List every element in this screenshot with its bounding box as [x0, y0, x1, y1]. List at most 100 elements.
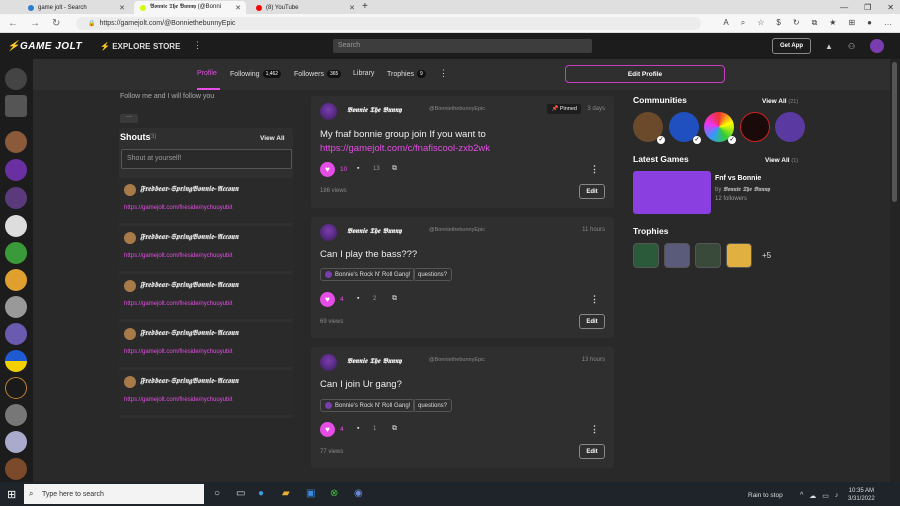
start-icon[interactable]: ⊞ — [7, 488, 16, 501]
game-title[interactable]: Fnf vs Bonnie — [715, 175, 761, 182]
favorite-icon[interactable]: ☆ — [757, 18, 764, 28]
shout-username[interactable]: 𝕱𝖗𝖊𝖉𝖇𝖊𝖆𝖗-𝕾𝖕𝖗𝖎𝖓𝖌𝕭𝖔𝖓𝖓𝖎𝖊-𝕬𝖈𝖈𝖔𝖚𝖓 — [140, 376, 290, 386]
maximize-icon[interactable]: ❐ — [864, 3, 871, 12]
game-thumbnail[interactable] — [633, 171, 711, 214]
forward-icon[interactable]: → — [30, 18, 40, 29]
shout-username[interactable]: 𝕱𝖗𝖊𝖉𝖇𝖊𝖆𝖗-𝕾𝖕𝖗𝖎𝖓𝖌𝕭𝖔𝖓𝖓𝖎𝖊-𝕬𝖈𝖈𝖔𝖚𝖓 — [140, 328, 290, 338]
weather-widget[interactable]: Rain to stop — [748, 492, 783, 499]
post-username[interactable]: 𝕭𝖔𝖓𝖓𝖎𝖊 𝕿𝖍𝖊 𝕭𝖚𝖓𝖓𝖞 — [347, 226, 402, 236]
xbox-icon[interactable]: ⊗ — [330, 488, 338, 499]
widgets-icon[interactable]: ▭ — [236, 488, 245, 499]
tab-youtube[interactable]: (8) YouTube ✕ — [250, 1, 360, 14]
shout-link[interactable]: https://gamejolt.com/fireside/nychuuyubi… — [124, 397, 232, 403]
shout-username[interactable]: 𝕱𝖗𝖊𝖉𝖇𝖊𝖆𝖗-𝕾𝖕𝖗𝖎𝖓𝖌𝕭𝖔𝖓𝖓𝖎𝖊-𝕬𝖈𝖈𝖔𝖚𝖓 — [140, 184, 290, 194]
post-username[interactable]: 𝕭𝖔𝖓𝖓𝖎𝖊 𝕿𝖍𝖊 𝕭𝖚𝖓𝖓𝖞 — [347, 356, 402, 366]
community-tag[interactable]: Bonnie's Rock N' Roll Gang! — [320, 268, 416, 281]
post-more-icon[interactable]: ⋮ — [590, 164, 599, 175]
taskbar-clock[interactable]: 10:35 AM 3/31/2022 — [848, 487, 875, 503]
communities-view-all-link[interactable]: View All (21) — [762, 98, 798, 105]
close-icon[interactable]: ✕ — [349, 4, 355, 12]
friends-icon[interactable]: ⚇ — [848, 42, 855, 51]
shout-link[interactable]: https://gamejolt.com/fireside/nychuuyubi… — [124, 253, 232, 259]
tab-library[interactable]: Library — [353, 70, 374, 77]
tab-profile[interactable]: 𝕭𝖔𝖓𝖓𝖎𝖊 𝕿𝖍𝖊 𝕭𝖚𝖓𝖓𝖞 (@Bonni ✕ — [134, 1, 246, 14]
site-search-input[interactable]: Search — [333, 39, 592, 53]
trophy-thumb[interactable] — [633, 243, 659, 268]
gamejolt-logo[interactable]: ⚡GAME JOLT — [7, 41, 82, 52]
back-icon[interactable]: ← — [8, 18, 18, 29]
shout-link[interactable]: https://gamejolt.com/fireside/nychuuyubi… — [124, 205, 232, 211]
split-icon[interactable]: ⧉ — [812, 18, 818, 28]
tab-following[interactable]: Following 1,462 — [230, 70, 282, 78]
trophy-thumb[interactable] — [664, 243, 690, 268]
zoom-icon[interactable]: ⌕ — [741, 18, 745, 28]
close-window-icon[interactable]: ✕ — [887, 3, 894, 12]
profile-icon[interactable]: ● — [867, 18, 872, 28]
sidebar-community[interactable] — [5, 458, 27, 480]
post-username[interactable]: 𝕭𝖔𝖓𝖓𝖎𝖊 𝕿𝖍𝖊 𝕭𝖚𝖓𝖓𝖞 — [347, 105, 402, 115]
channel-tag[interactable]: questions? — [413, 268, 453, 281]
like-button[interactable]: ♥ — [320, 422, 335, 437]
shout-link[interactable]: https://gamejolt.com/fireside/nychuuyubi… — [124, 301, 232, 307]
file-explorer-icon[interactable]: ▰ — [282, 488, 290, 499]
community-avatar[interactable] — [740, 112, 770, 142]
trophies-more[interactable]: +5 — [762, 251, 771, 260]
more-icon[interactable]: … — [884, 18, 892, 28]
minimize-icon[interactable]: — — [840, 3, 848, 12]
post-link[interactable]: https://gamejolt.com/c/fnafiscool-zxb2wk — [320, 143, 490, 154]
sidebar-community[interactable] — [5, 323, 27, 345]
post-more-icon[interactable]: ⋮ — [590, 294, 599, 305]
comment-icon[interactable]: ▪ — [357, 425, 359, 432]
shout-avatar[interactable] — [124, 328, 136, 340]
post-time[interactable]: 11 hours — [582, 227, 605, 233]
store-link[interactable]: STORE — [153, 42, 180, 51]
profile-more-icon[interactable]: ⋮ — [439, 68, 448, 79]
comment-icon[interactable]: ▪ — [357, 165, 359, 172]
sidebar-community[interactable] — [5, 187, 27, 209]
get-app-button[interactable]: Get App — [772, 38, 811, 54]
post-handle[interactable]: @BonniethebunnyEpic — [429, 357, 485, 363]
close-icon[interactable]: ✕ — [235, 4, 241, 12]
store-icon[interactable]: ▣ — [306, 488, 315, 499]
sidebar-library-icon[interactable] — [5, 95, 27, 117]
shouts-view-all-link[interactable]: View All — [260, 135, 285, 142]
refresh-ext-icon[interactable]: ↻ — [793, 18, 800, 28]
refresh-icon[interactable]: ↻ — [52, 18, 60, 29]
sidebar-community[interactable] — [5, 350, 27, 372]
notifications-icon[interactable]: ▲ — [825, 42, 833, 51]
sidebar-community[interactable] — [5, 269, 27, 291]
bio-more-button[interactable]: ··· — [120, 114, 138, 123]
shout-avatar[interactable] — [124, 232, 136, 244]
shout-username[interactable]: 𝕱𝖗𝖊𝖉𝖇𝖊𝖆𝖗-𝕾𝖕𝖗𝖎𝖓𝖌𝕭𝖔𝖓𝖓𝖎𝖊-𝕬𝖈𝖈𝖔𝖚𝖓 — [140, 280, 290, 290]
sidebar-community[interactable] — [5, 242, 27, 264]
like-count[interactable]: 4 — [340, 296, 344, 303]
shout-link[interactable]: https://gamejolt.com/fireside/nychuuyubi… — [124, 349, 232, 355]
post-edit-button[interactable]: Edit — [579, 314, 605, 329]
channel-tag[interactable]: questions? — [413, 399, 453, 412]
comment-count[interactable]: 13 — [373, 166, 380, 172]
more-menu-icon[interactable]: ⋮ — [193, 40, 202, 51]
like-count[interactable]: 10 — [340, 166, 347, 173]
community-avatar[interactable] — [775, 112, 805, 142]
url-field[interactable]: 🔒 https://gamejolt.com/@BonniethebunnyEpi… — [76, 17, 701, 30]
like-count[interactable]: 4 — [340, 426, 344, 433]
scrollbar-thumb[interactable] — [892, 62, 897, 202]
chevron-up-icon[interactable]: ^ — [800, 492, 803, 500]
tab-search[interactable]: game jolt - Search ✕ — [22, 1, 130, 14]
post-avatar[interactable] — [320, 224, 337, 241]
shout-avatar[interactable] — [124, 376, 136, 388]
community-tag[interactable]: Bonnie's Rock N' Roll Gang! — [320, 399, 416, 412]
collections-icon[interactable]: ⊞ — [848, 18, 855, 28]
like-button[interactable]: ♥ — [320, 162, 335, 177]
shopping-icon[interactable]: $ — [776, 18, 780, 28]
share-icon[interactable]: ⧉ — [392, 165, 397, 173]
shout-input[interactable]: Shout at yourself! — [121, 149, 292, 169]
sidebar-community[interactable] — [5, 131, 27, 153]
share-icon[interactable]: ⧉ — [392, 425, 397, 433]
post-time[interactable]: 13 hours — [582, 357, 605, 363]
share-icon[interactable]: ⧉ — [392, 295, 397, 303]
explore-link[interactable]: ⚡ EXPLORE — [100, 42, 150, 51]
tab-followers[interactable]: Followers 365 — [294, 70, 342, 78]
comment-count[interactable]: 2 — [373, 296, 376, 302]
post-edit-button[interactable]: Edit — [579, 184, 605, 199]
